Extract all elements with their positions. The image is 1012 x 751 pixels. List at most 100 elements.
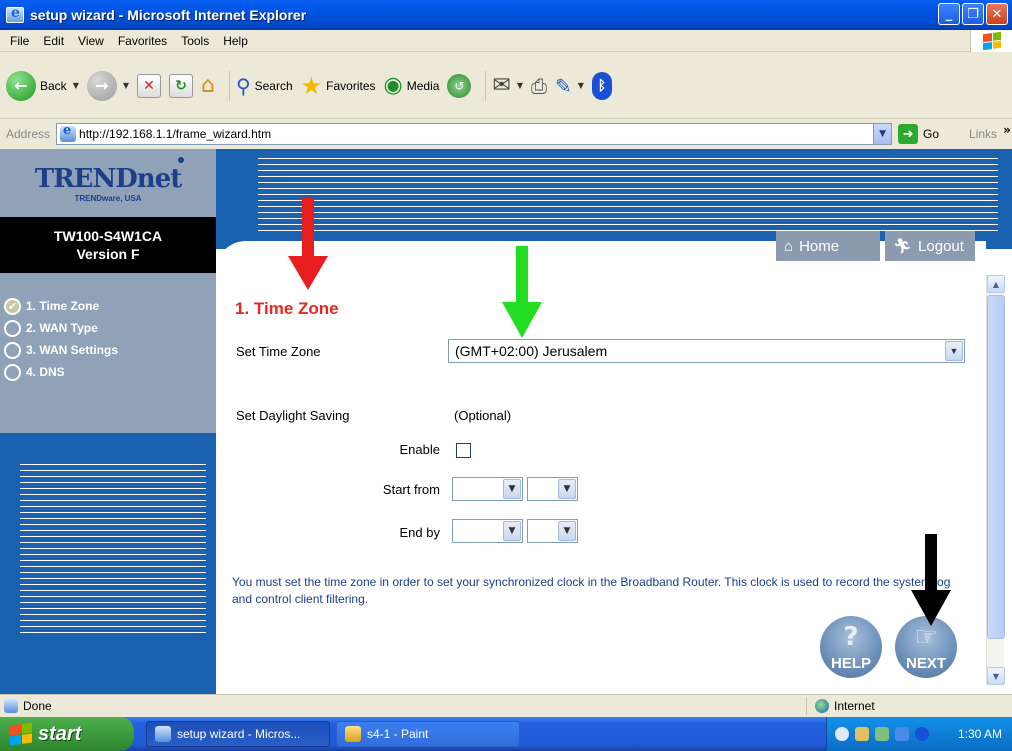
history-button[interactable]: ↺ bbox=[447, 66, 472, 106]
search-label: Search bbox=[254, 78, 293, 93]
home-link-label: Home bbox=[799, 237, 840, 255]
back-dropdown-icon[interactable]: ▼ bbox=[73, 81, 79, 90]
address-url[interactable]: http://192.168.1.1/frame_wizard.htm bbox=[79, 127, 271, 141]
enable-checkbox[interactable] bbox=[456, 443, 471, 458]
links-label[interactable]: Links bbox=[969, 127, 997, 141]
chevron-down-icon[interactable]: ▼ bbox=[558, 479, 576, 499]
tray-expand-icon[interactable] bbox=[835, 727, 849, 741]
mail-dropdown-icon[interactable]: ▼ bbox=[517, 81, 523, 90]
taskbar-item-paint[interactable]: s4-1 - Paint bbox=[336, 721, 520, 747]
taskbar-item-setup-wizard[interactable]: setup wizard - Micros... bbox=[146, 721, 330, 747]
start-month-select[interactable]: ▼ bbox=[452, 477, 523, 501]
go-label: Go bbox=[923, 127, 940, 141]
scroll-thumb[interactable] bbox=[987, 295, 1005, 639]
sidebar-stripes bbox=[20, 459, 206, 635]
mail-icon: ✉ bbox=[492, 73, 511, 98]
black-arrow-annotation bbox=[911, 534, 951, 626]
back-arrow-icon: ← bbox=[6, 70, 36, 101]
end-month-select[interactable]: ▼ bbox=[452, 519, 523, 543]
search-button[interactable]: ⚲ Search bbox=[236, 66, 293, 106]
chevron-down-icon[interactable]: ▼ bbox=[503, 479, 521, 499]
refresh-button[interactable]: ↻ bbox=[169, 66, 193, 106]
forward-dropdown-icon[interactable]: ▼ bbox=[123, 81, 129, 90]
start-from-label: Start from bbox=[382, 482, 440, 497]
daylight-saving-label: Set Daylight Saving bbox=[236, 408, 350, 423]
media-button[interactable]: ◉ Media bbox=[384, 66, 440, 106]
page-icon bbox=[60, 123, 77, 142]
help-button[interactable]: ? HELP bbox=[820, 616, 882, 678]
edit-button[interactable]: ✎ ▼ bbox=[555, 66, 584, 106]
status-done: Done bbox=[4, 698, 52, 713]
favorites-button[interactable]: ★ Favorites bbox=[301, 66, 376, 106]
menu-edit[interactable]: Edit bbox=[43, 34, 64, 48]
form-title: 1. Time Zone bbox=[235, 299, 339, 318]
zone-label: Internet bbox=[834, 699, 875, 713]
go-button[interactable]: ➜ Go bbox=[898, 124, 939, 144]
logout-button[interactable]: 🏃︎ Logout bbox=[885, 231, 975, 261]
step-wan-type[interactable]: 2. WAN Type bbox=[0, 317, 216, 339]
back-button[interactable]: ← Back ▼ bbox=[6, 66, 79, 106]
bluetooth-button[interactable]: ᛒ bbox=[591, 66, 612, 106]
menu-favorites[interactable]: Favorites bbox=[118, 34, 167, 48]
edit-dropdown-icon[interactable]: ▼ bbox=[578, 81, 584, 90]
toolbar-separator bbox=[485, 70, 487, 101]
chevron-down-icon[interactable]: ▼ bbox=[945, 341, 963, 361]
status-bar: Done Internet bbox=[0, 694, 1012, 716]
address-dropdown-icon[interactable]: ▼ bbox=[873, 124, 892, 144]
tray-monitor-icon[interactable] bbox=[895, 727, 909, 741]
network-icon[interactable] bbox=[855, 727, 869, 741]
step-time-zone[interactable]: ✔ 1. Time Zone bbox=[0, 295, 216, 317]
print-button[interactable]: ⎙ bbox=[531, 66, 547, 106]
window-controls: _ ❐ ✕ bbox=[938, 3, 1008, 25]
close-button[interactable]: ✕ bbox=[986, 3, 1008, 25]
time-zone-select[interactable]: (GMT+02:00) Jerusalem ▼ bbox=[448, 339, 965, 363]
start-day-select[interactable]: ▼ bbox=[527, 477, 578, 501]
search-icon: ⚲ bbox=[235, 73, 251, 98]
end-day-select[interactable]: ▼ bbox=[527, 519, 578, 543]
pointing-hand-icon: ☞ bbox=[914, 622, 938, 652]
minimize-button[interactable]: _ bbox=[938, 3, 960, 25]
windows-logo-icon bbox=[970, 30, 1012, 52]
task-label: s4-1 - Paint bbox=[367, 727, 429, 741]
edit-icon: ✎ bbox=[555, 73, 572, 98]
logo-text: TRENDnet bbox=[34, 163, 183, 194]
vertical-scrollbar[interactable]: ▲ ▼ bbox=[986, 275, 1005, 685]
forward-arrow-icon: → bbox=[86, 70, 117, 101]
forward-button[interactable]: → ▼ bbox=[86, 66, 129, 106]
step-wan-settings[interactable]: 3. WAN Settings bbox=[0, 339, 216, 361]
checkmark-icon: ✔ bbox=[4, 297, 21, 315]
tray-app-icon[interactable] bbox=[875, 727, 889, 741]
help-label: HELP bbox=[830, 655, 871, 672]
stop-button[interactable]: ✕ bbox=[137, 66, 161, 106]
print-icon: ⎙ bbox=[531, 73, 548, 98]
green-arrow-annotation bbox=[502, 246, 542, 338]
clock[interactable]: 1:30 AM bbox=[958, 727, 1002, 741]
chevron-down-icon[interactable]: ▼ bbox=[503, 521, 521, 541]
running-man-icon: 🏃︎ bbox=[893, 238, 913, 255]
chevron-down-icon[interactable]: ▼ bbox=[558, 521, 576, 541]
menu-view[interactable]: View bbox=[78, 34, 104, 48]
menu-help[interactable]: Help bbox=[223, 34, 248, 48]
scroll-down-icon[interactable]: ▼ bbox=[987, 667, 1005, 685]
system-tray: 1:30 AM bbox=[826, 717, 1012, 751]
favorites-star-icon: ★ bbox=[300, 71, 323, 100]
maximize-button[interactable]: ❐ bbox=[962, 3, 984, 25]
step-dns[interactable]: 4. DNS bbox=[0, 361, 216, 383]
links-chevron-icon[interactable]: » bbox=[1003, 123, 1011, 137]
bluetooth-tray-icon[interactable] bbox=[915, 727, 929, 741]
bluetooth-icon: ᛒ bbox=[591, 71, 612, 100]
media-icon: ◉ bbox=[383, 73, 403, 98]
step-label: 4. DNS bbox=[26, 365, 65, 379]
address-input[interactable]: http://192.168.1.1/frame_wizard.htm ▼ bbox=[56, 123, 893, 145]
home-link-button[interactable]: ⌂ Home bbox=[776, 231, 880, 261]
home-button[interactable]: ⌂ bbox=[201, 66, 215, 106]
radio-circle-icon bbox=[4, 319, 21, 337]
menu-tools[interactable]: Tools bbox=[181, 34, 209, 48]
menu-file[interactable]: File bbox=[10, 34, 29, 48]
scroll-up-icon[interactable]: ▲ bbox=[987, 275, 1005, 293]
end-by-label: End by bbox=[399, 525, 440, 540]
start-button[interactable]: start bbox=[0, 717, 134, 751]
enable-label: Enable bbox=[399, 442, 440, 457]
logout-label: Logout bbox=[918, 237, 964, 255]
mail-button[interactable]: ✉ ▼ bbox=[492, 66, 523, 106]
